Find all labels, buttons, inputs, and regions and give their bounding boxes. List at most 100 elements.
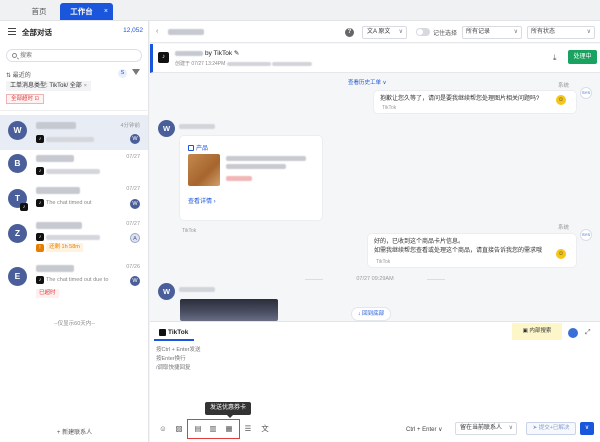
- timeout-filter-tag[interactable]: 全部超时 ⊡: [6, 94, 45, 104]
- avatar: Z: [8, 224, 27, 243]
- conversation-item[interactable]: B 07/27 ♪: [0, 150, 148, 185]
- image-icon: ▣: [522, 328, 528, 334]
- collapse-icon[interactable]: ‹: [156, 28, 158, 35]
- conversation-time: 07/27: [126, 186, 140, 192]
- tiktok-icon: ♪: [36, 135, 44, 143]
- records-filter-select[interactable]: 所有记录 ∨: [462, 26, 522, 39]
- ticket-bar[interactable]: ♪ by TikTok ✎ 创建于 07/27 13:24PM ⤓ 处理中: [150, 44, 600, 73]
- assign-select[interactable]: 留在当前联系人 ∨: [455, 422, 517, 435]
- tiktok-icon: [159, 328, 166, 336]
- filter-icon[interactable]: [132, 69, 140, 75]
- conversation-item[interactable]: Z 07/27 ♪ A ! 还剩 1h 58m: [0, 216, 148, 256]
- reminder-icon: !: [36, 244, 44, 252]
- message-input[interactable]: [156, 346, 456, 386]
- search-icon: [12, 53, 17, 58]
- system-message-line: 好的，已收到这个商品卡片信息。: [374, 239, 465, 245]
- internal-search-button[interactable]: ▣ 内部搜索: [512, 323, 562, 340]
- internal-search-label: 内部搜索: [529, 328, 552, 334]
- search-box[interactable]: [6, 49, 142, 62]
- conversation-name-redacted: [36, 265, 74, 272]
- recent-sort[interactable]: ⇅ 最近的: [6, 70, 31, 79]
- view-history-tickets-link[interactable]: 查看历史工单 ∨: [348, 78, 387, 86]
- customer-avatar: W: [158, 120, 175, 137]
- avatar: W: [8, 121, 27, 140]
- divider: [0, 110, 149, 111]
- composer-tab-tiktok[interactable]: TikTok: [154, 326, 193, 339]
- time-separator: 07/27 09:29AM: [305, 276, 445, 282]
- conversation-name-redacted: [36, 122, 76, 129]
- system-message-text: 抱歉让您久等了，请问是要我继续帮您处理图片相关问题吗?: [380, 96, 540, 102]
- tiktok-icon: ♪: [158, 52, 169, 63]
- translate-label: 原文: [378, 29, 391, 35]
- customer-avatar: W: [158, 283, 175, 300]
- ticket-meta-redacted: [272, 61, 313, 66]
- product-title-redacted: [226, 164, 286, 169]
- recent-sort-label: 最近的: [12, 73, 31, 79]
- recent-badge[interactable]: S: [118, 69, 127, 78]
- tiktok-icon: ♪: [36, 276, 44, 284]
- agent-avatar: W: [130, 134, 140, 144]
- tab-home[interactable]: 首页: [20, 3, 58, 20]
- send-shortcut-select[interactable]: Ctrl + Enter ∨: [406, 426, 443, 433]
- filter-tag-close-icon[interactable]: ×: [84, 83, 87, 89]
- remaining-time-tag: 还剩 1h 58m: [46, 243, 83, 252]
- system-message-line: 如需我继续帮您查看或处理这个商品，请直接告诉我您的需求哦: [374, 248, 543, 254]
- emoji-icon[interactable]: ☺: [158, 424, 168, 434]
- ticket-title-suffix: by TikTok: [205, 50, 233, 57]
- conversation-panel: 全部对话 12,052 ⇅ 最近的 S 工单消息类型: TikTok/ 全部× …: [0, 21, 149, 442]
- submit-resolve-button[interactable]: ➤ 提交+已解决: [526, 422, 576, 435]
- tiktok-icon: ♪: [36, 233, 44, 241]
- chevron-down-icon: ∨: [508, 425, 513, 431]
- video-thumbnail[interactable]: [180, 299, 278, 321]
- conversation-time: 07/27: [126, 154, 140, 160]
- expand-icon[interactable]: ⤢: [585, 328, 594, 337]
- search-input[interactable]: [20, 51, 130, 60]
- message-source: TikTok: [376, 259, 391, 265]
- conversation-time: 07/26: [126, 264, 140, 270]
- status-filter-select[interactable]: 所有状态 ∨: [527, 26, 595, 39]
- conversation-panel-header: 全部对话 12,052: [0, 21, 149, 43]
- tab-workbench[interactable]: 工作台 ×: [60, 3, 113, 20]
- assistant-icon[interactable]: [568, 328, 578, 338]
- conversation-count: 12,052: [123, 27, 143, 34]
- menu-icon[interactable]: [8, 28, 16, 35]
- active-tab-indicator: [154, 339, 194, 341]
- avatar: E: [8, 267, 27, 286]
- chat-panel: ‹ ? 文A 原文 ∨ 记住选择 所有记录 ∨ 所有状态 ∨ ♪ by TikTok …: [150, 21, 600, 442]
- conversation-name-redacted: [36, 155, 74, 162]
- image-icon[interactable]: ▨: [174, 424, 184, 434]
- new-contact-button[interactable]: + 新建联系人: [0, 427, 149, 436]
- conversation-preview-redacted: [46, 169, 100, 174]
- smile-icon: ☺: [556, 95, 566, 105]
- translate-icon[interactable]: 文: [260, 424, 270, 434]
- smile-icon: ☺: [556, 249, 566, 259]
- agent-avatar: W: [130, 276, 140, 286]
- conversation-item[interactable]: E 07/26 ♪ The chat timed out due to W 已超…: [0, 259, 148, 304]
- chevron-down-icon: ∨: [586, 29, 591, 35]
- back-to-bottom-button[interactable]: ↓ 回到底部: [352, 308, 390, 320]
- product-card[interactable]: 产品 查看详情 ›: [180, 136, 322, 220]
- view-product-details-link[interactable]: 查看详情 ›: [188, 196, 216, 205]
- list-icon[interactable]: ☰: [243, 424, 253, 434]
- shopping-bag-icon: [188, 145, 194, 152]
- download-icon[interactable]: ⤓: [553, 53, 557, 63]
- records-filter-label: 所有记录: [466, 29, 491, 35]
- processing-status-button[interactable]: 处理中: [568, 50, 597, 64]
- status-filter-label: 所有状态: [531, 29, 556, 35]
- avatar: B: [8, 154, 27, 173]
- conversation-item[interactable]: W 4分钟前 ♪ W: [0, 115, 148, 150]
- tiktok-icon: ♪: [36, 167, 44, 175]
- assign-label: 留在当前联系人: [460, 425, 503, 431]
- coupon-tooltip: 发送优惠券卡: [205, 402, 252, 418]
- chevron-down-icon: ∨: [513, 29, 518, 35]
- highlight-box: [187, 419, 240, 439]
- conversation-item[interactable]: T ♪ 07/27 ♪ The chat timed out W: [0, 181, 148, 216]
- remember-toggle[interactable]: [416, 28, 430, 36]
- translate-select[interactable]: 文A 原文 ∨: [362, 26, 407, 39]
- send-options-button[interactable]: ∨: [580, 422, 594, 435]
- close-icon[interactable]: ×: [104, 3, 108, 20]
- conversation-name-redacted: [36, 187, 80, 194]
- help-icon[interactable]: ?: [345, 28, 354, 37]
- agent-avatar: W: [130, 199, 140, 209]
- composer-tab-label: TikTok: [168, 329, 189, 336]
